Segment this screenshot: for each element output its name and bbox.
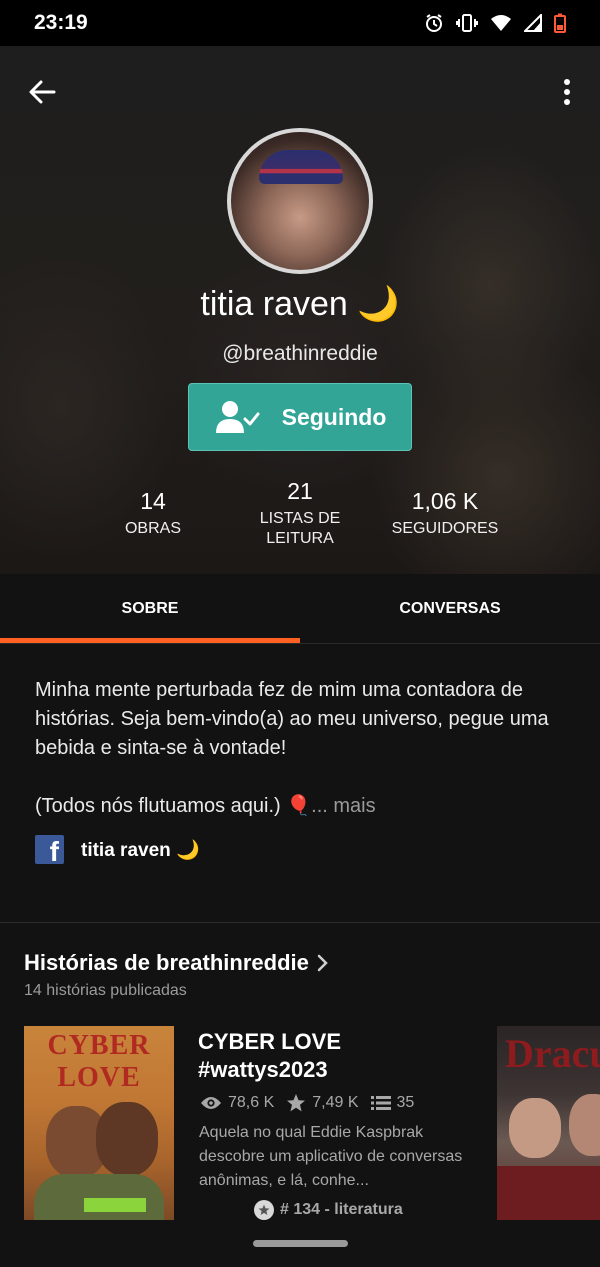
arrow-left-icon	[29, 80, 56, 104]
facebook-icon: f	[35, 835, 64, 864]
cover-art-detail	[569, 1094, 600, 1156]
stories-section-title[interactable]: Histórias de breathinreddie	[24, 950, 329, 976]
story-cover-next[interactable]: Dracu	[497, 1026, 600, 1220]
stat-reading-lists-label: LISTAS DE LEITURA	[259, 510, 341, 547]
cover-art-detail	[497, 1166, 600, 1220]
rank-badge-icon	[254, 1200, 274, 1220]
story-cover-next-title: Dracu	[505, 1031, 600, 1076]
read-more-link[interactable]: ... mais	[311, 795, 375, 817]
story-title[interactable]: CYBER LOVE #wattys2023	[198, 1028, 468, 1084]
tab-conversas[interactable]: CONVERSAS	[300, 574, 600, 643]
about-tagline: (Todos nós flutuamos aqui.) 🎈... mais	[35, 792, 565, 821]
alarm-icon	[424, 13, 444, 33]
story-stats: 78,6 K 7,49 K 35	[200, 1093, 414, 1113]
story-votes: 7,49 K	[286, 1093, 359, 1113]
about-description: Minha mente perturbada fez de mim uma co…	[35, 679, 549, 759]
following-button[interactable]: Seguindo	[188, 383, 412, 451]
battery-low-icon	[554, 13, 566, 33]
story-parts-count: 35	[396, 1094, 415, 1111]
more-vertical-icon	[564, 79, 570, 105]
chevron-right-icon	[317, 954, 328, 972]
star-icon	[287, 1094, 306, 1112]
stat-reading-lists-value: 21	[287, 478, 313, 504]
user-check-icon	[215, 401, 260, 433]
profile-name: titia raven 🌙	[200, 285, 400, 323]
story-reads: 78,6 K	[200, 1094, 274, 1112]
avatar[interactable]	[227, 128, 373, 274]
story-votes-count: 7,49 K	[312, 1094, 359, 1111]
story-rank: # 134 - literatura	[254, 1200, 403, 1220]
stat-reading-lists[interactable]: 21 LISTAS DE LEITURA	[234, 478, 366, 549]
stat-followers[interactable]: 1,06 K SEGUIDORES	[375, 488, 515, 539]
stat-works-label: OBRAS	[124, 520, 181, 537]
tab-sobre[interactable]: SOBRE	[0, 574, 300, 643]
story-reads-count: 78,6 K	[228, 1094, 275, 1111]
about-tagline-text: (Todos nós flutuamos aqui.) 🎈	[35, 795, 312, 817]
back-button[interactable]	[22, 72, 62, 112]
stories-count: 14 histórias publicadas	[24, 982, 187, 999]
cover-art-detail	[84, 1198, 146, 1212]
profile-header: titia raven 🌙 @breathinreddie Seguindo 1…	[0, 46, 600, 574]
status-time: 23:19	[34, 11, 88, 34]
status-icons	[424, 13, 566, 33]
cover-art-detail	[34, 1174, 164, 1220]
following-label: Seguindo	[281, 403, 387, 430]
stat-followers-label: SEGUIDORES	[391, 520, 499, 537]
stories-title-text: Histórias de breathinreddie	[24, 950, 309, 975]
wifi-icon	[490, 14, 512, 32]
section-divider	[0, 922, 600, 923]
signal-icon	[524, 14, 542, 32]
vibrate-icon	[456, 13, 478, 33]
story-description[interactable]: Aquela no qual Eddie Kaspbrak descobre u…	[199, 1121, 471, 1193]
cover-art-detail	[96, 1102, 158, 1176]
story-cover-title: CYBER LOVE	[47, 1030, 151, 1093]
stat-works[interactable]: 14 OBRAS	[93, 488, 213, 539]
facebook-name: titia raven 🌙	[81, 839, 200, 861]
facebook-link[interactable]: f titia raven 🌙	[35, 835, 200, 864]
stat-works-value: 14	[140, 488, 166, 514]
story-rank-text: # 134 - literatura	[280, 1201, 403, 1218]
story-cover[interactable]: CYBER LOVE	[24, 1026, 174, 1220]
about-section: Minha mente perturbada fez de mim uma co…	[35, 676, 565, 850]
profile-handle: @breathinreddie	[222, 342, 378, 365]
status-bar: 23:19	[0, 0, 600, 46]
avatar-photo-detail	[259, 150, 343, 184]
eye-icon	[201, 1097, 221, 1109]
cover-art-detail	[509, 1098, 561, 1158]
list-icon	[370, 1096, 391, 1110]
stat-followers-value: 1,06 K	[411, 488, 479, 514]
story-parts: 35	[370, 1094, 415, 1112]
profile-tabs: SOBRE CONVERSAS	[0, 574, 600, 644]
more-options-button[interactable]	[552, 72, 582, 112]
home-indicator[interactable]	[253, 1240, 348, 1247]
